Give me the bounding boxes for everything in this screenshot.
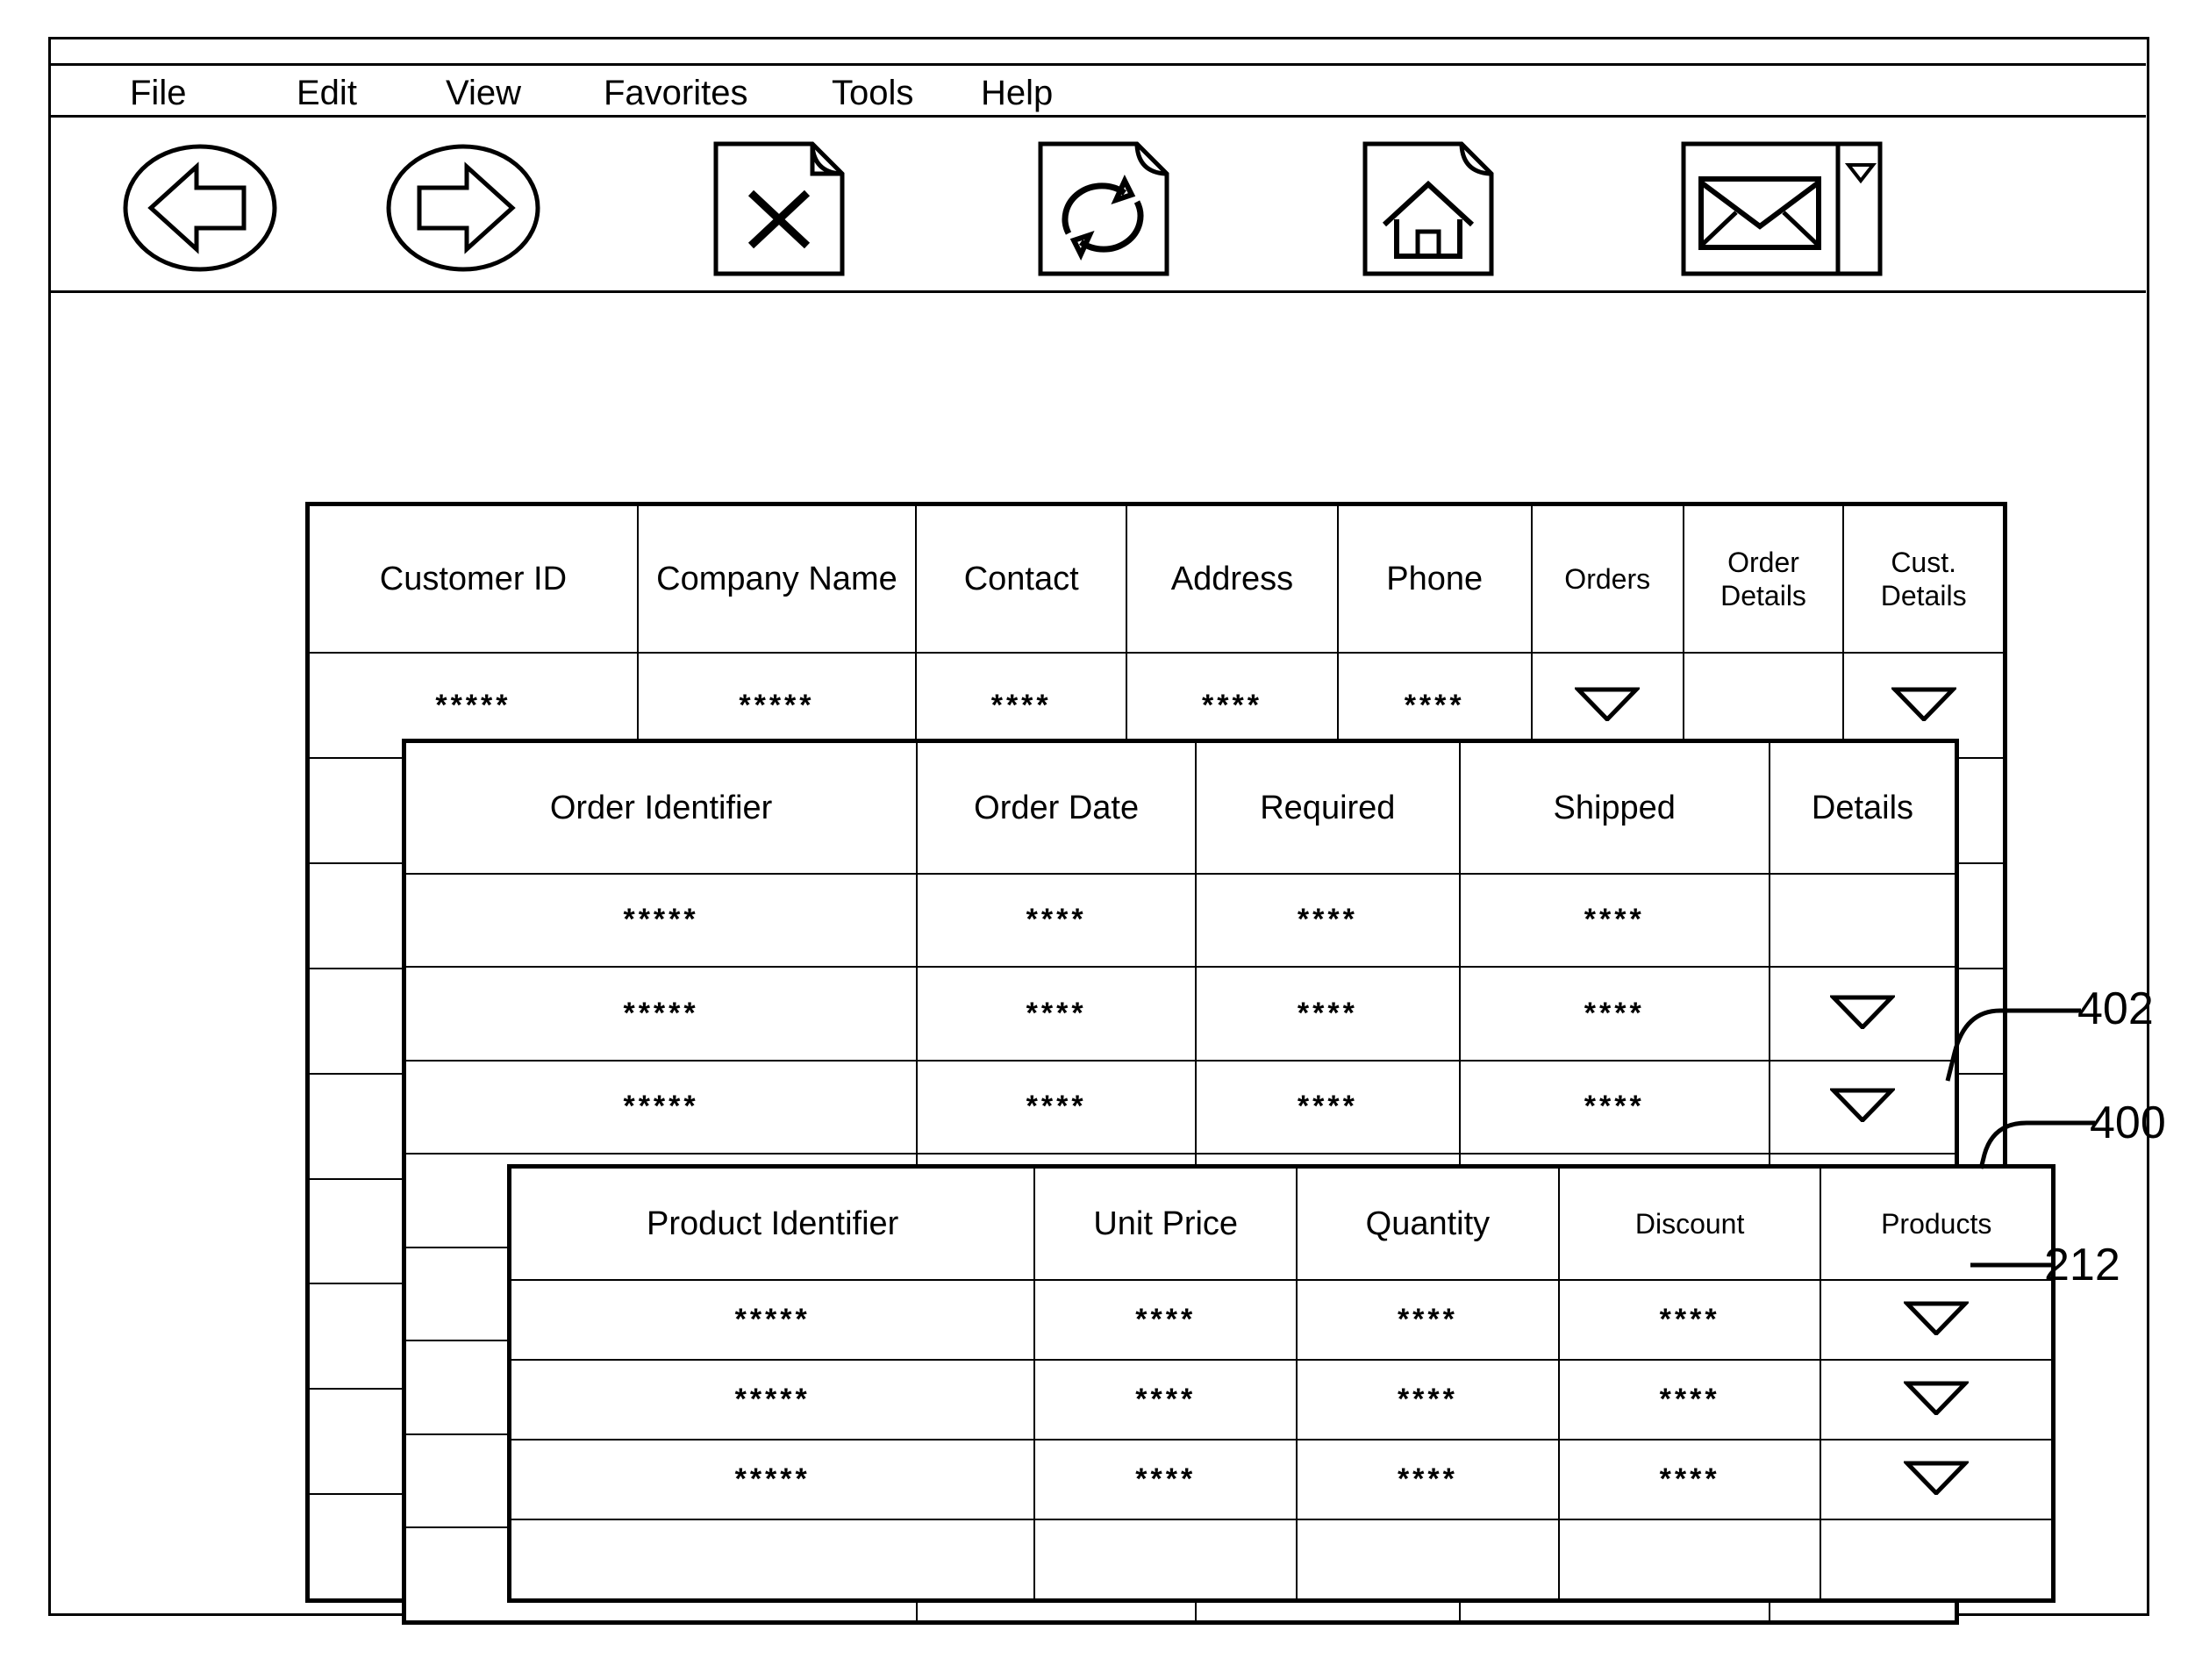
home-button[interactable] bbox=[1358, 139, 1498, 283]
cell-products-expander[interactable] bbox=[1820, 1438, 2053, 1520]
menu-item-help[interactable]: Help bbox=[981, 74, 1053, 112]
column-header-orders[interactable]: Orders bbox=[1530, 504, 1684, 654]
chevron-down-icon[interactable] bbox=[1904, 1460, 1970, 1495]
cell-order-date[interactable]: **** bbox=[916, 1059, 1198, 1155]
cell-shipped[interactable]: **** bbox=[1458, 872, 1770, 969]
column-header-discount[interactable]: Discount bbox=[1557, 1167, 1822, 1281]
cell-quantity[interactable]: **** bbox=[1296, 1278, 1560, 1361]
cell-products-expander[interactable] bbox=[1820, 1358, 2053, 1441]
table-row[interactable]: ***** **** **** **** bbox=[509, 1358, 2053, 1441]
cell-product-identifier[interactable]: ***** bbox=[509, 1278, 1036, 1361]
chevron-down-icon[interactable] bbox=[1829, 994, 1895, 1029]
cell-required[interactable]: **** bbox=[1195, 966, 1461, 1062]
cell-order-date[interactable]: **** bbox=[916, 872, 1198, 969]
reference-label-402: 402 bbox=[2077, 983, 2154, 1034]
column-header-order-date[interactable]: Order Date bbox=[916, 741, 1198, 875]
cell-product-identifier[interactable]: ***** bbox=[509, 1438, 1036, 1520]
cell-shipped[interactable]: **** bbox=[1458, 966, 1770, 1062]
forward-arrow-icon bbox=[384, 144, 542, 277]
cell-required[interactable]: **** bbox=[1195, 872, 1461, 969]
mail-envelope-icon bbox=[1678, 141, 1889, 282]
cell-order-identifier[interactable]: ***** bbox=[404, 1059, 919, 1155]
chevron-down-icon[interactable] bbox=[1829, 1087, 1895, 1123]
cell-discount[interactable]: **** bbox=[1557, 1278, 1822, 1361]
cell-quantity[interactable]: **** bbox=[1296, 1438, 1560, 1520]
cell-order-identifier[interactable]: ***** bbox=[404, 872, 919, 969]
stop-button[interactable] bbox=[709, 139, 849, 283]
column-header-details[interactable]: Details bbox=[1768, 741, 1957, 875]
refresh-page-icon bbox=[1033, 141, 1174, 282]
cell-unit-price[interactable]: **** bbox=[1033, 1358, 1298, 1441]
chevron-down-icon[interactable] bbox=[1904, 1380, 1970, 1415]
column-header-address[interactable]: Address bbox=[1126, 504, 1339, 654]
browser-toolbar bbox=[51, 118, 2146, 293]
column-header-shipped[interactable]: Shipped bbox=[1458, 741, 1770, 875]
table-row[interactable] bbox=[509, 1518, 2053, 1601]
customers-header-row: Customer ID Company Name Contact Address… bbox=[308, 504, 2005, 654]
menu-item-favorites[interactable]: Favorites bbox=[604, 74, 748, 112]
column-header-required[interactable]: Required bbox=[1195, 741, 1461, 875]
column-header-customer-id[interactable]: Customer ID bbox=[308, 504, 639, 654]
cell-order-date[interactable]: **** bbox=[916, 966, 1198, 1062]
cell-details-expander[interactable] bbox=[1768, 872, 1957, 969]
chevron-down-icon[interactable] bbox=[1891, 686, 1956, 721]
table-row[interactable]: ***** **** **** **** bbox=[509, 1438, 2053, 1520]
chevron-down-icon[interactable] bbox=[1575, 686, 1641, 721]
refresh-button[interactable] bbox=[1033, 139, 1174, 283]
cell-discount[interactable]: **** bbox=[1557, 1438, 1822, 1520]
cell-unit-price[interactable]: **** bbox=[1033, 1438, 1298, 1520]
products-header-row: Product Identifier Unit Price Quantity D… bbox=[509, 1167, 2053, 1281]
reference-label-400: 400 bbox=[2090, 1097, 2166, 1148]
table-row[interactable]: ***** **** **** **** bbox=[509, 1278, 2053, 1361]
column-header-phone[interactable]: Phone bbox=[1336, 504, 1533, 654]
cell[interactable] bbox=[1296, 1518, 1560, 1601]
table-row[interactable]: ***** **** **** **** bbox=[404, 872, 1957, 969]
cell-order-identifier[interactable]: ***** bbox=[404, 966, 919, 1062]
menu-item-edit[interactable]: Edit bbox=[297, 74, 357, 112]
column-header-unit-price[interactable]: Unit Price bbox=[1033, 1167, 1298, 1281]
orders-header-row: Order Identifier Order Date Required Shi… bbox=[404, 741, 1957, 875]
cell[interactable] bbox=[1820, 1518, 2053, 1601]
menu-item-tools[interactable]: Tools bbox=[832, 74, 913, 112]
table-row[interactable]: ***** **** **** **** bbox=[404, 1059, 1957, 1155]
cell[interactable] bbox=[1557, 1518, 1822, 1601]
column-header-cust-details[interactable]: Cust. Details bbox=[1842, 504, 2005, 654]
menu-item-view[interactable]: View bbox=[446, 74, 521, 112]
menu-item-file[interactable]: File bbox=[130, 74, 186, 112]
back-button[interactable] bbox=[121, 142, 279, 278]
cell-product-identifier[interactable]: ***** bbox=[509, 1358, 1036, 1441]
cell[interactable] bbox=[1033, 1518, 1298, 1601]
cell-shipped[interactable]: **** bbox=[1458, 1059, 1770, 1155]
reference-leader-lines bbox=[1945, 1008, 2095, 1268]
cell-required[interactable]: **** bbox=[1195, 1059, 1461, 1155]
column-header-quantity[interactable]: Quantity bbox=[1296, 1167, 1560, 1281]
products-table: Product Identifier Unit Price Quantity D… bbox=[509, 1167, 2053, 1601]
cell-quantity[interactable]: **** bbox=[1296, 1358, 1560, 1441]
back-arrow-icon bbox=[121, 144, 279, 277]
menu-bar: File Edit View Favorites Tools Help bbox=[51, 63, 2146, 118]
home-page-icon bbox=[1358, 141, 1498, 282]
stop-page-icon bbox=[709, 141, 849, 282]
cell[interactable] bbox=[509, 1518, 1036, 1601]
patent-figure-page: File Edit View Favorites Tools Help Cust… bbox=[0, 0, 2195, 1680]
table-row[interactable]: ***** **** **** **** bbox=[404, 966, 1957, 1062]
column-header-company-name[interactable]: Company Name bbox=[636, 504, 918, 654]
column-header-contact[interactable]: Contact bbox=[915, 504, 1128, 654]
mail-button[interactable] bbox=[1678, 139, 1889, 283]
browser-window: File Edit View Favorites Tools Help Cust… bbox=[51, 63, 2148, 1625]
column-header-product-identifier[interactable]: Product Identifier bbox=[509, 1167, 1036, 1281]
products-table-window: Product Identifier Unit Price Quantity D… bbox=[507, 1164, 2056, 1603]
forward-button[interactable] bbox=[384, 142, 542, 278]
column-header-order-identifier[interactable]: Order Identifier bbox=[404, 741, 919, 875]
reference-label-212: 212 bbox=[2044, 1240, 2120, 1290]
cell-unit-price[interactable]: **** bbox=[1033, 1278, 1298, 1361]
column-header-order-details[interactable]: Order Details bbox=[1682, 504, 1845, 654]
cell-discount[interactable]: **** bbox=[1557, 1358, 1822, 1441]
